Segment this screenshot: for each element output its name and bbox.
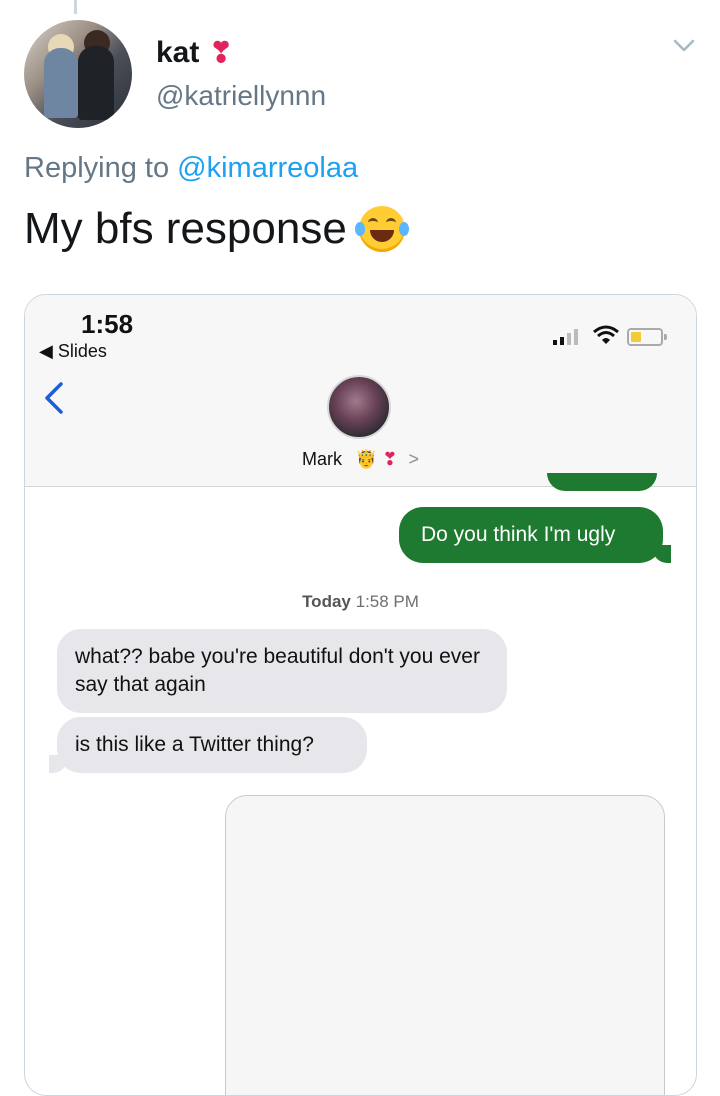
wifi-icon — [593, 325, 619, 344]
replying-prefix: Replying to — [24, 152, 170, 184]
profile-avatar[interactable] — [24, 20, 132, 128]
message-input-keyboard-area — [225, 795, 665, 1095]
messages-header: 1:58 ◀ Slides Mark 🤴 ❣ > — [25, 295, 696, 487]
message-text: what?? babe you're beautiful don't you e… — [75, 645, 480, 696]
contact-name: Mark — [301, 449, 342, 469]
replying-to-line: Replying to @kimarreolaa — [24, 152, 358, 185]
timestamp-time: 1:58 PM — [355, 592, 419, 611]
received-message-bubble: what?? babe you're beautiful don't you e… — [57, 629, 507, 713]
user-handle[interactable]: @katriellynnn — [156, 80, 326, 112]
previous-sent-bubble — [547, 473, 657, 491]
thread-connector-line — [74, 0, 77, 14]
message-text: Do you think I'm ugly — [421, 523, 616, 546]
status-time: 1:58 — [81, 309, 134, 339]
heart-exclamation-icon: ❣ — [382, 449, 398, 469]
king-emoji-icon: 🤴 — [354, 449, 378, 469]
replying-to-link[interactable]: @kimarreolaa — [177, 152, 358, 184]
contact-avatar[interactable] — [327, 375, 391, 439]
battery-icon — [627, 328, 667, 346]
tweet-text: My bfs response — [24, 204, 347, 253]
laughing-with-tears-icon — [354, 206, 409, 252]
received-message-bubble: is this like a Twitter thing? — [49, 717, 367, 773]
back-app-label: Slides — [57, 341, 107, 361]
back-chevron-icon[interactable] — [43, 381, 65, 415]
message-timestamp: Today 1:58 PM — [25, 592, 696, 612]
chevron-right-icon: > — [408, 449, 420, 469]
display-name[interactable]: kat ❣ — [156, 36, 233, 70]
cell-signal-icon — [553, 329, 578, 345]
heart-exclamation-icon: ❣ — [209, 37, 233, 68]
tweet-body: My bfs response — [24, 204, 409, 254]
chevron-down-icon[interactable] — [672, 36, 696, 56]
timestamp-day: Today — [302, 592, 351, 611]
back-to-app: ◀ Slides — [39, 341, 107, 361]
sent-message-bubble: Do you think I'm ugly — [399, 507, 671, 563]
contact-name-row[interactable]: Mark 🤴 ❣ > — [25, 449, 696, 470]
display-name-text: kat — [156, 36, 200, 69]
message-text: is this like a Twitter thing? — [75, 733, 314, 756]
attached-screenshot[interactable]: 1:58 ◀ Slides Mark 🤴 ❣ > Do you think I'… — [24, 294, 697, 1096]
